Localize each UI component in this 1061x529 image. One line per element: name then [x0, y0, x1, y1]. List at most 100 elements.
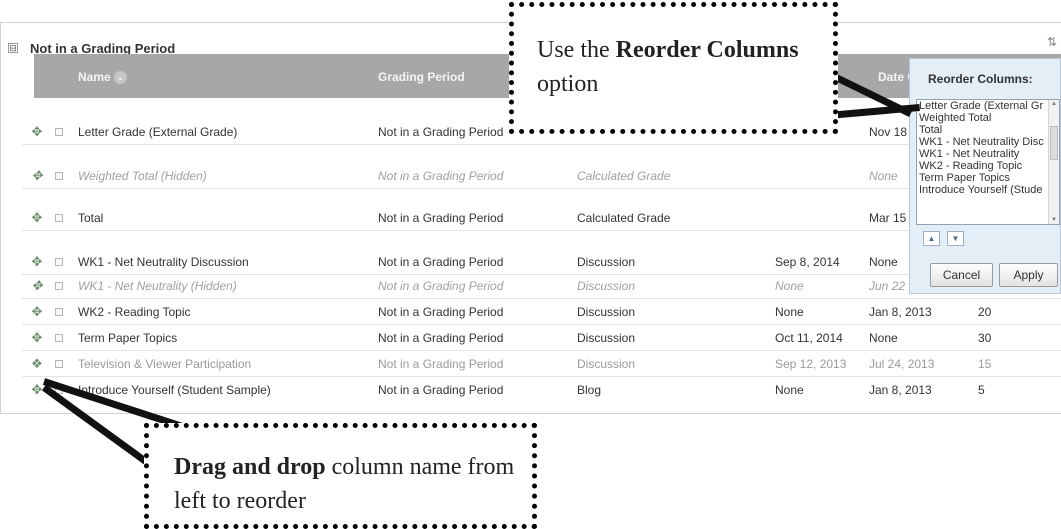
cell-date: Jan 8, 2013 — [869, 305, 932, 319]
reorder-list-item[interactable]: Term Paper Topics — [917, 172, 1059, 184]
cell-name: WK2 - Reading Topic — [78, 305, 191, 319]
cell-date: Jul 24, 2013 — [869, 357, 935, 371]
reorder-list[interactable]: Letter Grade (External Gr Weighted Total T… — [916, 99, 1060, 225]
reorder-list-item[interactable]: Total — [917, 124, 1059, 136]
column-header-name[interactable]: Name ⌄ — [78, 70, 127, 84]
table-row[interactable]: ❖ Television & Viewer Participation Not in… — [22, 354, 1061, 374]
move-arrows-icon[interactable]: ✥ — [30, 279, 44, 293]
cell-grading-period: Not in a Grading Period — [378, 255, 504, 269]
reorder-list-item[interactable]: WK2 - Reading Topic — [917, 160, 1059, 172]
cell-type: Discussion — [577, 255, 636, 269]
cell-type: Calculated Grade — [577, 211, 671, 225]
row-checkbox[interactable] — [55, 214, 63, 222]
cell-type: Blog — [577, 383, 602, 397]
table-row[interactable]: ✥ WK1 - Net Neutrality (Hidden) Not in a G… — [22, 276, 1061, 296]
scroll-up-icon[interactable]: ▲ — [1051, 101, 1057, 107]
move-arrows-icon[interactable]: ✥ — [30, 169, 44, 183]
row-divider — [22, 188, 1061, 189]
scroll-down-icon[interactable]: ▼ — [1051, 217, 1057, 223]
move-arrows-icon[interactable]: ✥ — [30, 255, 44, 269]
cell-name: Introduce Yourself (Student Sample) — [78, 383, 271, 397]
column-header-name-label: Name — [78, 70, 111, 84]
row-divider — [22, 274, 1061, 275]
cell-grading-period: Not in a Grading Period — [378, 331, 504, 345]
move-arrows-icon[interactable]: ✥ — [30, 305, 44, 319]
cell-name: Term Paper Topics — [78, 331, 178, 345]
reorder-list-item[interactable]: Introduce Yourself (Stude — [917, 184, 1059, 196]
cell-grading-period: Not in a Grading Period — [378, 383, 504, 397]
cell-type: Discussion — [577, 331, 636, 345]
cell-grading-period: Not in a Grading Period — [378, 169, 504, 183]
cell-points: 15 — [978, 357, 992, 371]
callout-text: Use the — [537, 37, 616, 63]
reorder-list-scrollbar[interactable]: ▲ ▼ — [1048, 100, 1059, 224]
cell-name: Television & Viewer Participation — [78, 357, 252, 371]
move-arrows-icon[interactable]: ✥ — [30, 331, 44, 345]
reorder-list-item[interactable]: WK1 - Net Neutrality Disc — [917, 136, 1059, 148]
cell-points: 5 — [978, 383, 985, 397]
table-row[interactable]: ✥ WK2 - Reading Topic Not in a Grading Per… — [22, 302, 1061, 322]
row-divider — [22, 376, 1061, 377]
cell-type: Discussion — [577, 279, 636, 293]
row-checkbox[interactable] — [55, 360, 63, 368]
move-up-button[interactable]: ▲ — [923, 231, 940, 246]
collapse-icon[interactable]: ⊟ — [8, 43, 18, 53]
table-row[interactable]: ✥ WK1 - Net Neutrality Discussion Not in a… — [22, 252, 1061, 272]
callout-bold-text: Reorder Columns — [615, 37, 799, 63]
move-arrows-icon[interactable]: ✥ — [30, 211, 44, 225]
cell-name: WK1 - Net Neutrality Discussion — [78, 255, 249, 269]
cell-points: 20 — [978, 305, 992, 319]
move-arrows-icon[interactable]: ✥ — [30, 125, 44, 139]
row-checkbox[interactable] — [55, 258, 63, 266]
cell-type: Calculated Grade — [577, 169, 671, 183]
row-checkbox[interactable] — [55, 308, 63, 316]
cell-date: Jun 22 — [869, 279, 906, 293]
move-down-button[interactable]: ▼ — [947, 231, 964, 246]
cell-due-date: Oct 11, 2014 — [775, 331, 843, 345]
row-divider — [22, 350, 1061, 351]
cell-due-date: Sep 12, 2013 — [775, 357, 847, 371]
cell-date: Nov 18 — [869, 125, 908, 139]
cell-name: WK1 - Net Neutrality (Hidden) — [78, 279, 237, 293]
scroll-thumb[interactable] — [1050, 126, 1058, 160]
cell-type: Discussion — [577, 357, 636, 371]
cell-grading-period: Not in a Grading Period — [378, 357, 504, 371]
cell-name: Weighted Total (Hidden) — [78, 169, 207, 183]
row-checkbox[interactable] — [55, 172, 63, 180]
cell-due-date: None — [775, 383, 804, 397]
reorder-title: Reorder Columns: — [928, 72, 1033, 86]
callout-drag-drop: Drag and drop column name from left to r… — [144, 423, 537, 529]
table-row[interactable]: ✥ Weighted Total (Hidden) Not in a Grading… — [22, 166, 1061, 186]
row-divider — [22, 298, 1061, 299]
cell-grading-period: Not in a Grading Period — [378, 125, 504, 139]
reorder-columns-panel: Reorder Columns: Letter Grade (External … — [909, 58, 1061, 294]
cell-date: None — [869, 169, 898, 183]
callout-text: option — [537, 71, 599, 97]
cancel-button[interactable]: Cancel — [930, 263, 993, 287]
sort-menu-icon[interactable]: ⌄ — [113, 70, 127, 84]
cell-date: None — [869, 331, 898, 345]
row-checkbox[interactable] — [55, 128, 63, 136]
move-arrows-icon[interactable]: ❖ — [30, 357, 44, 371]
apply-button[interactable]: Apply — [999, 263, 1058, 287]
cell-due-date: None — [775, 279, 804, 293]
cell-due-date: Sep 8, 2014 — [775, 255, 840, 269]
cell-grading-period: Not in a Grading Period — [378, 279, 504, 293]
row-checkbox[interactable] — [55, 282, 63, 290]
reorder-list-item[interactable]: WK1 - Net Neutrality — [917, 148, 1059, 160]
row-checkbox[interactable] — [55, 334, 63, 342]
cell-date: Jan 8, 2013 — [869, 383, 932, 397]
row-divider — [22, 324, 1061, 325]
reorder-list-item[interactable]: Letter Grade (External Gr — [917, 100, 1059, 112]
table-row[interactable]: ✥ Term Paper Topics Not in a Grading Perio… — [22, 328, 1061, 348]
cell-name: Letter Grade (External Grade) — [78, 125, 238, 139]
table-row[interactable]: ✥ Total Not in a Grading Period Calculated … — [22, 208, 1061, 228]
reorder-list-item[interactable]: Weighted Total — [917, 112, 1059, 124]
row-divider — [22, 144, 1061, 145]
column-header-grading-period[interactable]: Grading Period — [378, 70, 465, 84]
cell-points: 30 — [978, 331, 992, 345]
reorder-toggle-icon[interactable]: ⇅ — [1047, 35, 1057, 49]
table-row[interactable]: ✥ Introduce Yourself (Student Sample) Not … — [22, 380, 1061, 400]
callout-bold-text: Drag and drop — [174, 454, 326, 480]
cell-name: Total — [78, 211, 104, 225]
